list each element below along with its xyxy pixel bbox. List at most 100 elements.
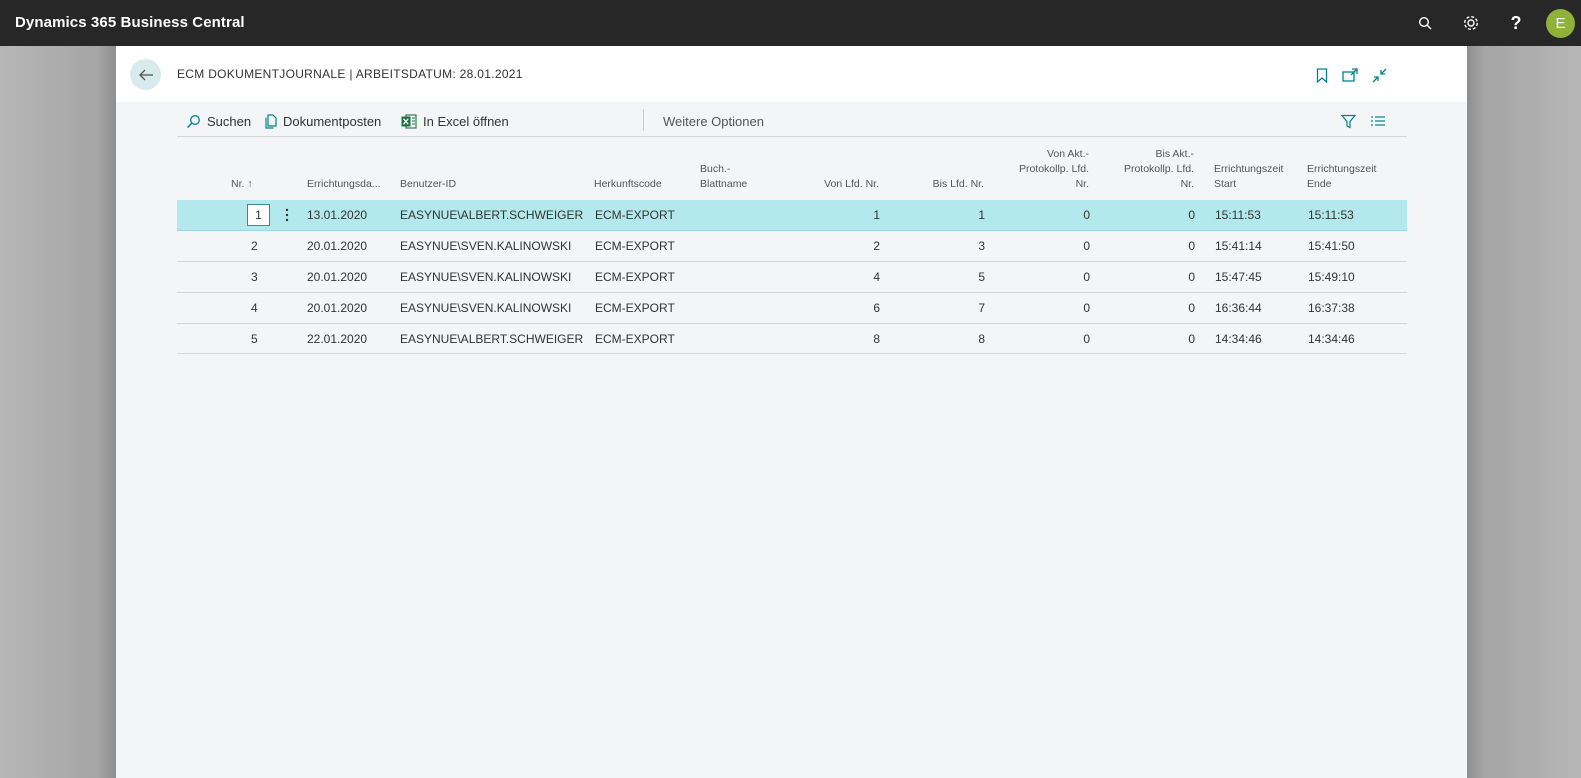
cell-from-seq: 8 [873, 332, 880, 346]
page-title: ECM DOKUMENTJOURNALE | ARBEITSDATUM: 28.… [177, 67, 523, 81]
cell-to-seq: 5 [978, 270, 985, 284]
cell-nr[interactable]: 5 [251, 332, 258, 346]
cell-source: ECM-EXPORT [595, 270, 675, 284]
cell-nr[interactable]: 2 [251, 239, 258, 253]
arrow-left-icon [138, 69, 153, 80]
column-header-source-code[interactable]: Herkunftscode [594, 177, 662, 192]
column-header-nr[interactable]: Nr. ↑ [231, 177, 253, 192]
search-button[interactable]: Suchen [186, 112, 251, 130]
help-icon[interactable]: ? [1504, 11, 1528, 35]
column-header-to-log-line1: Bis Akt.- [1155, 148, 1194, 160]
cell-to-log: 0 [1188, 301, 1195, 315]
cell-date: 13.01.2020 [307, 208, 368, 222]
filter-icon[interactable] [1341, 112, 1356, 130]
cell-user: EASYNUE\SVEN.KALINOWSKI [400, 270, 572, 284]
column-header-end-time[interactable]: Errichtungszeit Ende [1307, 162, 1376, 192]
row-nr-cell-focused[interactable]: 1 [247, 204, 270, 226]
cell-start-time: 16:36:44 [1215, 301, 1262, 315]
cell-end-time: 14:34:46 [1308, 332, 1355, 346]
list-view-icon[interactable] [1371, 112, 1385, 130]
cell-end-time: 15:49:10 [1308, 270, 1355, 284]
column-header-from-seq[interactable]: Von Lfd. Nr. [777, 177, 879, 192]
column-header-creation-date[interactable]: Errichtungsda... [307, 177, 381, 192]
column-header-user-id[interactable]: Benutzer-ID [400, 177, 456, 192]
cell-user: EASYNUE\ALBERT.SCHWEIGER [400, 332, 584, 346]
cell-date: 20.01.2020 [307, 239, 368, 253]
row-menu-icon[interactable] [281, 206, 293, 224]
column-header-start-time[interactable]: Errichtungszeit Start [1214, 162, 1283, 192]
column-header-batch-name-line1: Buch.- [700, 163, 731, 175]
cell-end-time: 15:11:53 [1308, 208, 1354, 222]
action-bar: Suchen Dokumentposten In Excel öffnen We… [177, 103, 1407, 137]
cell-from-log: 0 [1083, 332, 1090, 346]
cell-date: 20.01.2020 [307, 270, 368, 284]
cell-to-seq: 8 [978, 332, 985, 346]
column-header-from-log[interactable]: Von Akt.- Protokollp. Lfd. Nr. [987, 147, 1089, 192]
cell-to-log: 0 [1188, 332, 1195, 346]
cell-source: ECM-EXPORT [595, 208, 675, 222]
table-row[interactable]: 3 20.01.2020 EASYNUE\SVEN.KALINOWSKI ECM… [177, 262, 1407, 293]
cell-to-seq: 7 [978, 301, 985, 315]
table-header: Nr. ↑ Errichtungsda... Benutzer-ID Herku… [177, 138, 1407, 200]
cell-user: EASYNUE\SVEN.KALINOWSKI [400, 301, 572, 315]
bookmark-icon[interactable] [1313, 66, 1331, 84]
cell-start-time: 15:41:14 [1215, 239, 1262, 253]
column-header-batch-name[interactable]: Buch.- Blattname [700, 162, 747, 192]
column-header-from-log-line3: Nr. [1075, 178, 1089, 190]
excel-icon [401, 113, 417, 129]
column-header-start-time-line2: Start [1214, 178, 1237, 190]
open-new-window-icon[interactable] [1341, 66, 1359, 84]
column-header-start-time-line1: Errichtungszeit [1214, 163, 1284, 175]
search-icon [186, 114, 201, 129]
back-button[interactable] [130, 59, 161, 90]
table-row[interactable]: 4 20.01.2020 EASYNUE\SVEN.KALINOWSKI ECM… [177, 293, 1407, 324]
cell-user: EASYNUE\SVEN.KALINOWSKI [400, 239, 572, 253]
table-row[interactable]: 5 22.01.2020 EASYNUE\ALBERT.SCHWEIGER EC… [177, 324, 1407, 354]
backdrop-left [0, 46, 116, 778]
cell-to-log: 0 [1188, 270, 1195, 284]
column-header-from-log-line1: Von Akt.- [1046, 148, 1089, 160]
cell-start-time: 14:34:46 [1215, 332, 1262, 346]
cell-source: ECM-EXPORT [595, 301, 675, 315]
app-title[interactable]: Dynamics 365 Business Central [15, 14, 245, 31]
cell-date: 20.01.2020 [307, 301, 368, 315]
cell-end-time: 16:37:38 [1308, 301, 1355, 315]
search-label: Suchen [207, 113, 252, 129]
cell-from-log: 0 [1083, 270, 1090, 284]
cell-source: ECM-EXPORT [595, 239, 675, 253]
action-separator [643, 109, 644, 131]
cell-from-seq: 6 [873, 301, 880, 315]
column-header-to-log-line2: Protokollp. Lfd. [1123, 163, 1194, 175]
cell-end-time: 15:41:50 [1308, 239, 1355, 253]
column-header-to-log[interactable]: Bis Akt.- Protokollp. Lfd. Nr. [1093, 147, 1194, 192]
table-row[interactable]: 2 20.01.2020 EASYNUE\SVEN.KALINOWSKI ECM… [177, 231, 1407, 262]
gear-icon[interactable] [1459, 11, 1483, 35]
cell-nr[interactable]: 4 [251, 301, 258, 315]
column-header-from-log-line2: Protokollp. Lfd. [1018, 163, 1089, 175]
cell-from-log: 0 [1083, 208, 1090, 222]
cell-to-seq: 1 [978, 208, 985, 222]
cell-start-time: 15:11:53 [1215, 208, 1261, 222]
cell-date: 22.01.2020 [307, 332, 368, 346]
search-icon[interactable] [1413, 11, 1437, 35]
collapse-icon[interactable] [1370, 66, 1388, 84]
user-avatar[interactable]: E [1546, 9, 1575, 38]
cell-to-log: 0 [1188, 208, 1195, 222]
table-row[interactable]: 1 13.01.2020 EASYNUE\ALBERT.SCHWEIGER EC… [177, 200, 1407, 231]
column-header-to-log-line3: Nr. [1180, 178, 1194, 190]
column-header-end-time-line1: Errichtungszeit [1307, 163, 1377, 175]
cell-from-seq: 4 [873, 270, 880, 284]
document-entries-button[interactable]: Dokumentposten [265, 112, 381, 130]
cell-to-seq: 3 [978, 239, 985, 253]
column-header-end-time-line2: Ende [1307, 178, 1332, 190]
cell-from-seq: 1 [873, 208, 880, 222]
cell-to-log: 0 [1188, 239, 1195, 253]
page-panel: ECM DOKUMENTJOURNALE | ARBEITSDATUM: 28.… [116, 46, 1467, 778]
column-header-to-seq[interactable]: Bis Lfd. Nr. [887, 177, 984, 192]
cell-nr[interactable]: 3 [251, 270, 258, 284]
open-excel-button[interactable]: In Excel öffnen [401, 112, 509, 130]
page-header: ECM DOKUMENTJOURNALE | ARBEITSDATUM: 28.… [116, 46, 1467, 102]
more-options-button[interactable]: Weitere Optionen [663, 112, 764, 130]
cell-start-time: 15:47:45 [1215, 270, 1262, 284]
cell-from-seq: 2 [873, 239, 880, 253]
